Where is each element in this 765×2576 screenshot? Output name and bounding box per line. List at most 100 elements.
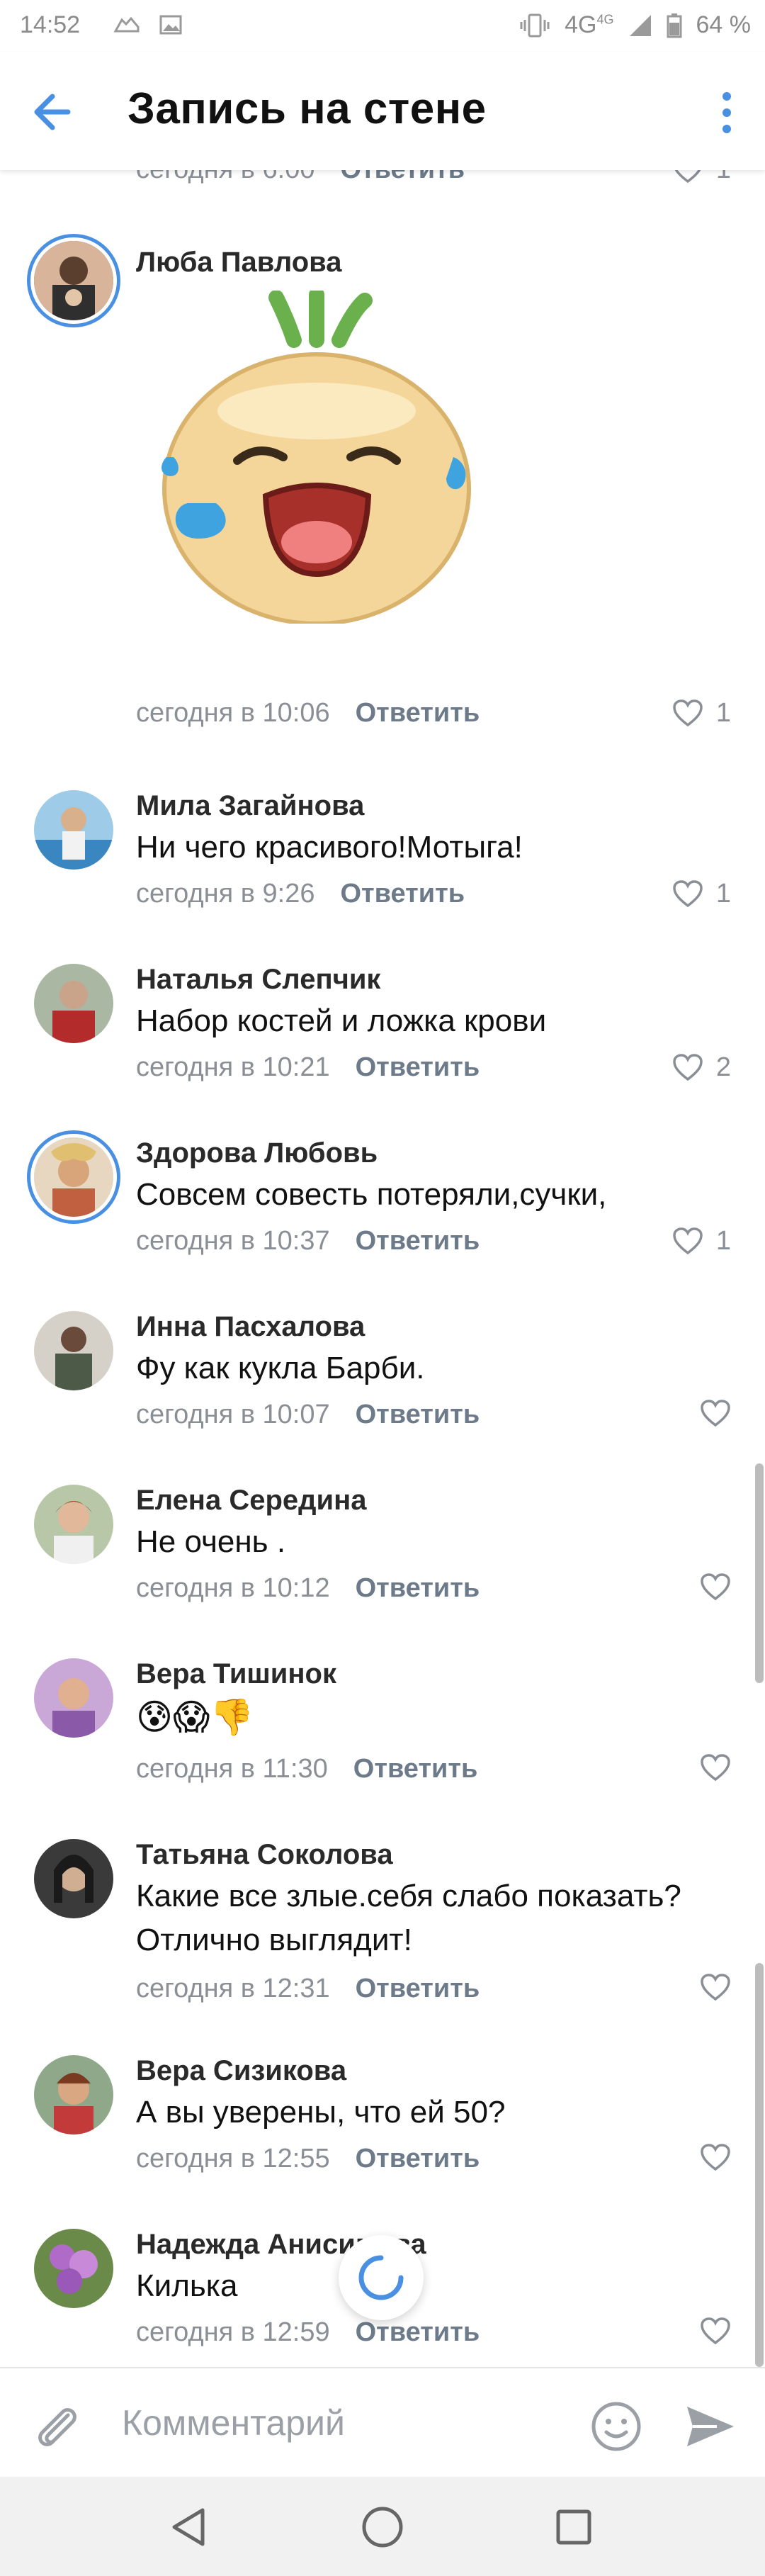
signal-icon (629, 14, 651, 36)
comment-item: Татьяна Соколова Какие все злые.себя сла… (0, 1839, 765, 2023)
comment-author[interactable]: Мила Загайнова (136, 790, 364, 822)
like-button[interactable] (700, 1573, 731, 1602)
comment-author[interactable]: Наталья Слепчик (136, 964, 380, 996)
heart-outline-icon (701, 1573, 730, 1601)
comment-author[interactable]: Инна Пасхалова (136, 1311, 365, 1343)
heart-outline-icon (673, 1227, 703, 1254)
avatar[interactable] (34, 1311, 113, 1390)
avatar[interactable] (34, 1839, 113, 1918)
status-bar: 14:52 4G4G 64 % (0, 0, 765, 52)
heart-outline-icon (701, 1974, 730, 2001)
more-vertical-icon (722, 92, 731, 133)
reply-button[interactable]: Ответить (356, 1400, 480, 1430)
system-nav-bar (0, 2477, 765, 2576)
avatar[interactable] (34, 241, 113, 320)
status-time: 14:52 (20, 11, 81, 38)
avatar[interactable] (34, 790, 113, 870)
send-button[interactable] (681, 2398, 738, 2455)
avatar-photo (34, 790, 113, 870)
reply-button[interactable]: Ответить (356, 698, 480, 729)
page-title: Запись на стене (128, 84, 487, 133)
comment-item: Мила Загайнова Ни чего красивого!Мотыга!… (0, 790, 765, 932)
heart-outline-icon (673, 1053, 703, 1081)
nav-back-button[interactable] (162, 2502, 218, 2553)
like-button[interactable] (700, 1974, 731, 2002)
comment-time: сегодня в 12:59 (136, 2317, 330, 2347)
reply-button[interactable]: Ответить (356, 2317, 480, 2348)
back-triangle-icon (172, 2508, 205, 2546)
reply-button[interactable]: Ответить (340, 879, 465, 909)
comment-composer: Комментарий (0, 2367, 765, 2478)
like-button[interactable]: 1 (672, 1226, 731, 1256)
scrollbar-thumb[interactable] (755, 1463, 764, 1683)
like-button[interactable]: 1 (672, 698, 731, 729)
like-button[interactable] (700, 1754, 731, 1782)
reply-button[interactable]: Ответить (356, 1052, 480, 1083)
comment-time: сегодня в 10:06 (136, 698, 330, 728)
avatar-photo (34, 241, 113, 320)
avatar[interactable] (34, 1137, 113, 1217)
avatar[interactable] (34, 964, 113, 1043)
comment-partial: сегодня в 6:00 Ответить 1 (0, 170, 765, 197)
scrollbar-thumb-secondary[interactable] (755, 1963, 764, 2367)
like-button[interactable]: 1 (672, 170, 731, 185)
heart-outline-icon (673, 699, 703, 726)
nav-home-button[interactable] (354, 2502, 411, 2553)
comment-item: Вера Сизикова А вы уверены, что ей 50? с… (0, 2055, 765, 2197)
more-options-button[interactable] (713, 88, 741, 137)
comment-item: Люба Павлова сегодня в 10:06 Ответить 1 (0, 241, 765, 737)
emoji-button[interactable] (588, 2398, 645, 2455)
comment-time: сегодня в 11:30 (136, 1754, 328, 1784)
avatar-photo (34, 1137, 113, 1217)
loading-spinner (339, 2235, 424, 2320)
app-bar: Запись на стене (0, 52, 765, 170)
battery-level: 64 % (696, 11, 752, 38)
like-button[interactable]: 1 (672, 879, 731, 909)
comment-author[interactable]: Здорова Любовь (136, 1137, 378, 1169)
nav-recents-button[interactable] (545, 2502, 602, 2553)
comment-emoji-text: 😰😱👎 (136, 1697, 254, 1737)
avatar[interactable] (34, 1658, 113, 1738)
comment-author[interactable]: Елена Середина (136, 1485, 367, 1517)
comments-feed[interactable]: сегодня в 6:00 Ответить 1 Люба Павлова с… (0, 170, 765, 2367)
comment-text: Набор костей и ложка крови (136, 1003, 547, 1038)
send-icon (687, 2407, 734, 2446)
avatar-photo (34, 2055, 113, 2135)
reply-button[interactable]: Ответить (353, 1754, 478, 1784)
comment-item: Елена Середина Не очень . сегодня в 10:1… (0, 1485, 765, 1626)
comment-time: сегодня в 10:21 (136, 1052, 330, 1082)
comment-text: А вы уверены, что ей 50? (136, 2095, 506, 2130)
like-button[interactable] (700, 1400, 731, 1428)
reply-button[interactable]: Ответить (356, 1573, 480, 1604)
comment-time: сегодня в 10:37 (136, 1226, 330, 1256)
like-button[interactable] (700, 2144, 731, 2172)
reply-button[interactable]: Ответить (356, 1226, 480, 1256)
crying-onion-sticker (162, 291, 471, 624)
reply-button[interactable]: Ответить (340, 170, 465, 185)
reply-button[interactable]: Ответить (356, 1974, 480, 2004)
vibrate-icon (520, 13, 550, 37)
avatar[interactable] (34, 1485, 113, 1564)
like-button[interactable]: 2 (672, 1052, 731, 1083)
avatar-photo (34, 1839, 113, 1918)
attach-button[interactable] (28, 2398, 85, 2455)
comment-author[interactable]: Вера Тишинок (136, 1658, 336, 1690)
comment-input[interactable]: Комментарий (122, 2402, 345, 2443)
comment-time: сегодня в 6:00 (136, 170, 314, 185)
comment-text: Фу как кукла Барби. (136, 1351, 425, 1385)
like-button[interactable] (700, 2317, 731, 2346)
avatar[interactable] (34, 2055, 113, 2135)
heart-outline-icon (701, 1754, 730, 1782)
comment-time: сегодня в 9:26 (136, 879, 315, 909)
heart-outline-icon (701, 2144, 730, 2171)
spinner-icon (358, 2255, 404, 2300)
reply-button[interactable]: Ответить (356, 2144, 480, 2174)
back-button[interactable] (28, 86, 85, 137)
comment-author[interactable]: Татьяна Соколова (136, 1839, 393, 1871)
comment-author[interactable]: Люба Павлова (136, 247, 341, 279)
comment-author[interactable]: Вера Сизикова (136, 2055, 346, 2087)
like-count: 1 (716, 170, 731, 185)
comment-text: Ни чего красивого!Мотыга! (136, 830, 523, 865)
comment-time: сегодня в 10:07 (136, 1400, 330, 1429)
avatar[interactable] (34, 2229, 113, 2308)
